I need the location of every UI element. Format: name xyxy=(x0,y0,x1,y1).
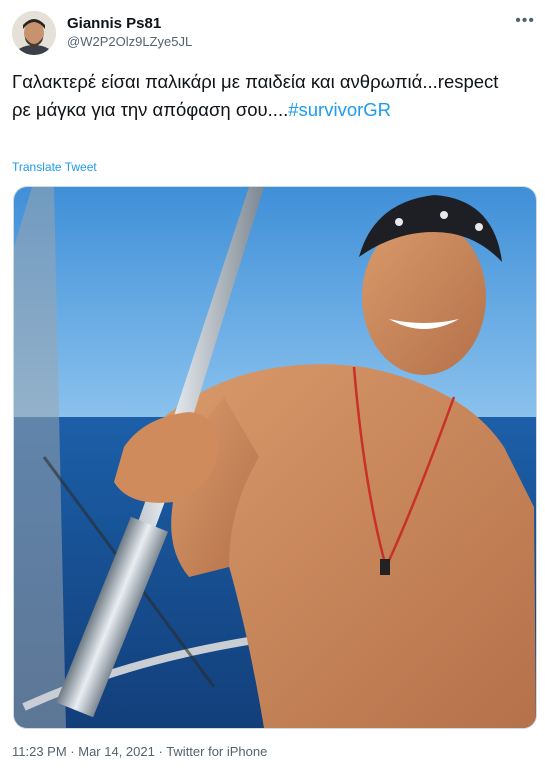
tweet-time[interactable]: 11:23 PM xyxy=(12,744,67,759)
meta-separator: · xyxy=(154,744,167,759)
avatar[interactable] xyxy=(12,11,56,55)
tweet-meta: 11:23 PM · Mar 14, 2021 · Twitter for iP… xyxy=(12,744,267,759)
tweet-body: Γαλακτερέ είσαι παλικάρι με παιδεία και … xyxy=(12,71,499,120)
translate-tweet-link[interactable]: Translate Tweet xyxy=(12,160,97,174)
display-name[interactable]: Giannis Ps81 xyxy=(67,15,161,32)
meta-separator: · xyxy=(66,744,79,759)
more-horizontal-icon[interactable]: ••• xyxy=(515,12,535,30)
tweet-date[interactable]: Mar 14, 2021 xyxy=(78,744,155,759)
user-handle[interactable]: @W2P2Olz9LZye5JL xyxy=(67,34,192,49)
hashtag-link[interactable]: #survivorGR xyxy=(288,99,391,120)
tweet-source[interactable]: Twitter for iPhone xyxy=(166,744,267,759)
tweet-text: Γαλακτερέ είσαι παλικάρι με παιδεία και … xyxy=(12,68,512,124)
tweet-photo[interactable] xyxy=(13,186,537,729)
